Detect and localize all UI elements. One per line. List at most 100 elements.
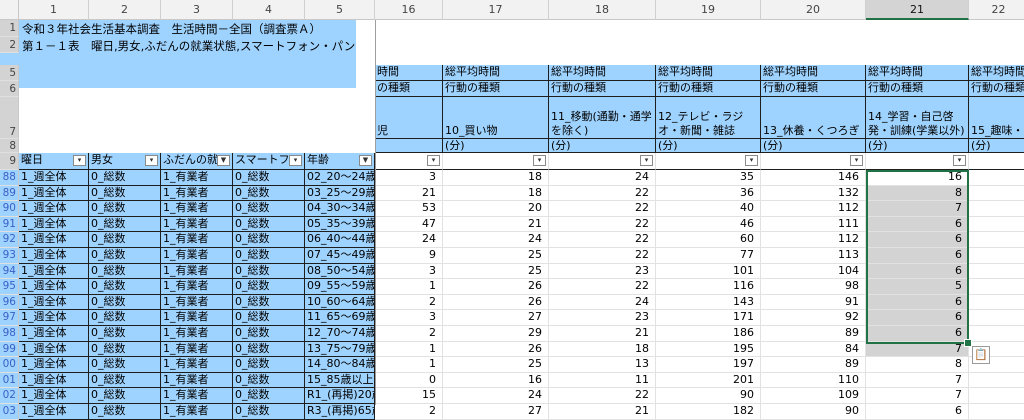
row-header-92[interactable]: 92: [0, 232, 19, 248]
filter-dropdown-icon[interactable]: ▾: [745, 155, 758, 166]
data-cell[interactable]: 14_80～84歳: [305, 357, 375, 373]
data-cell[interactable]: 1_週全体: [19, 279, 89, 295]
row-header-99[interactable]: 99: [0, 341, 19, 358]
data-cell[interactable]: 0_総数: [89, 341, 161, 358]
data-cell-value[interactable]: 146: [761, 170, 866, 186]
data-cell-value[interactable]: 143: [656, 294, 761, 311]
data-cell-value[interactable]: 112: [761, 232, 866, 248]
data-cell-value[interactable]: 3: [375, 170, 443, 186]
row-header-96[interactable]: 96: [0, 294, 19, 311]
data-cell[interactable]: 0_総数: [89, 404, 161, 420]
column-header-20[interactable]: 20: [761, 0, 866, 20]
data-cell[interactable]: 0_総数: [89, 170, 161, 186]
data-cell-value[interactable]: 90: [656, 388, 761, 404]
data-cell[interactable]: 1_有業者: [161, 185, 233, 202]
filter-dropdown-icon[interactable]: ▾: [145, 155, 158, 166]
data-cell-empty[interactable]: [969, 404, 1024, 420]
data-cell[interactable]: 1_有業者: [161, 357, 233, 373]
data-cell-value[interactable]: 112: [761, 201, 866, 217]
data-cell-value[interactable]: 22: [549, 185, 656, 202]
data-cell-value[interactable]: 24: [549, 170, 656, 186]
data-cell-value[interactable]: 24: [549, 294, 656, 311]
data-cell[interactable]: 1_週全体: [19, 326, 89, 342]
filter-dropdown-icon[interactable]: ▾: [289, 155, 302, 166]
data-cell-value[interactable]: 5: [866, 279, 969, 295]
data-cell-value[interactable]: 89: [761, 326, 866, 342]
data-cell[interactable]: 0_総数: [233, 279, 305, 295]
select-all-corner[interactable]: [0, 0, 19, 20]
data-cell[interactable]: 1_有業者: [161, 216, 233, 233]
data-cell[interactable]: 0_総数: [89, 248, 161, 264]
data-cell-value[interactable]: 18: [549, 341, 656, 358]
data-cell[interactable]: 05_35～39歳: [305, 216, 375, 233]
data-cell-empty[interactable]: [969, 279, 1024, 295]
data-cell[interactable]: 0_総数: [233, 232, 305, 248]
data-cell-value[interactable]: 171: [656, 310, 761, 326]
data-cell-value[interactable]: 1: [375, 279, 443, 295]
data-cell-value[interactable]: 2: [375, 326, 443, 342]
data-cell-value[interactable]: 22: [549, 201, 656, 217]
data-cell-empty[interactable]: [969, 310, 1024, 326]
filter-dropdown-icon[interactable]: ▾: [953, 155, 966, 166]
fill-handle[interactable]: [964, 339, 972, 347]
data-cell-value[interactable]: 24: [443, 232, 549, 248]
data-cell[interactable]: 09_55～59歳: [305, 279, 375, 295]
data-cell-value[interactable]: 15: [375, 388, 443, 404]
column-header-22[interactable]: 22: [969, 0, 1024, 20]
data-cell-value[interactable]: 6: [866, 216, 969, 233]
data-cell[interactable]: 0_総数: [89, 201, 161, 217]
data-cell-value[interactable]: 22: [549, 279, 656, 295]
data-cell-value[interactable]: 0: [375, 372, 443, 389]
data-cell[interactable]: 04_30～34歳: [305, 201, 375, 217]
data-cell-value[interactable]: 27: [443, 404, 549, 420]
data-cell-value[interactable]: 47: [375, 216, 443, 233]
filter-dropdown-icon[interactable]: ▾: [640, 155, 653, 166]
data-cell-value[interactable]: 22: [549, 388, 656, 404]
data-cell-value[interactable]: 6: [866, 294, 969, 311]
column-header-1[interactable]: 1: [19, 0, 89, 20]
data-cell[interactable]: 0_総数: [233, 248, 305, 264]
data-cell-value[interactable]: 26: [443, 279, 549, 295]
data-cell[interactable]: 1_有業者: [161, 372, 233, 389]
data-cell[interactable]: 1_週全体: [19, 388, 89, 404]
data-cell[interactable]: 0_総数: [89, 326, 161, 342]
data-cell[interactable]: 1_週全体: [19, 216, 89, 233]
row-header-90[interactable]: 90: [0, 201, 19, 217]
data-cell-value[interactable]: 18: [443, 170, 549, 186]
data-cell-value[interactable]: 197: [656, 357, 761, 373]
column-header-19[interactable]: 19: [656, 0, 761, 20]
data-cell[interactable]: 0_総数: [233, 170, 305, 186]
data-cell-value[interactable]: 22: [549, 248, 656, 264]
data-cell-value[interactable]: 25: [443, 357, 549, 373]
data-cell-value[interactable]: 6: [866, 326, 969, 342]
data-cell-value[interactable]: 104: [761, 263, 866, 280]
data-cell[interactable]: 03_25～29歳: [305, 185, 375, 202]
row-header-91[interactable]: 91: [0, 216, 19, 233]
data-cell-value[interactable]: 23: [549, 263, 656, 280]
row-header-9[interactable]: 9: [0, 153, 19, 170]
data-cell[interactable]: 1_週全体: [19, 372, 89, 389]
data-cell-value[interactable]: 113: [761, 248, 866, 264]
data-cell-value[interactable]: 109: [761, 388, 866, 404]
data-cell-value[interactable]: 91: [761, 294, 866, 311]
data-cell-value[interactable]: 7: [866, 372, 969, 389]
data-cell[interactable]: 15_85歳以上: [305, 372, 375, 389]
data-cell-value[interactable]: 1: [375, 357, 443, 373]
data-cell[interactable]: 1_有業者: [161, 170, 233, 186]
data-cell[interactable]: 1_有業者: [161, 232, 233, 248]
row-header-8[interactable]: 8: [0, 139, 19, 153]
data-cell[interactable]: 11_65～69歳: [305, 310, 375, 326]
row-header-02[interactable]: 02: [0, 388, 19, 404]
data-cell-value[interactable]: 6: [866, 248, 969, 264]
data-cell-empty[interactable]: [969, 248, 1024, 264]
column-header-17[interactable]: 17: [443, 0, 549, 20]
row-header-5[interactable]: 5: [0, 65, 19, 81]
data-cell[interactable]: 0_総数: [89, 279, 161, 295]
data-cell[interactable]: 1_週全体: [19, 263, 89, 280]
data-cell[interactable]: 1_有業者: [161, 294, 233, 311]
data-cell-value[interactable]: 3: [375, 263, 443, 280]
filter-dropdown-icon[interactable]: ▾: [533, 155, 546, 166]
data-cell-value[interactable]: 20: [443, 201, 549, 217]
data-cell[interactable]: 1_有業者: [161, 263, 233, 280]
spreadsheet-grid[interactable]: 1 2 3 4 5 16 17 18 19 20 21 22 1 2 5 6 7 8 9 令和３年社会生活基本調査 生…: [0, 0, 1024, 420]
